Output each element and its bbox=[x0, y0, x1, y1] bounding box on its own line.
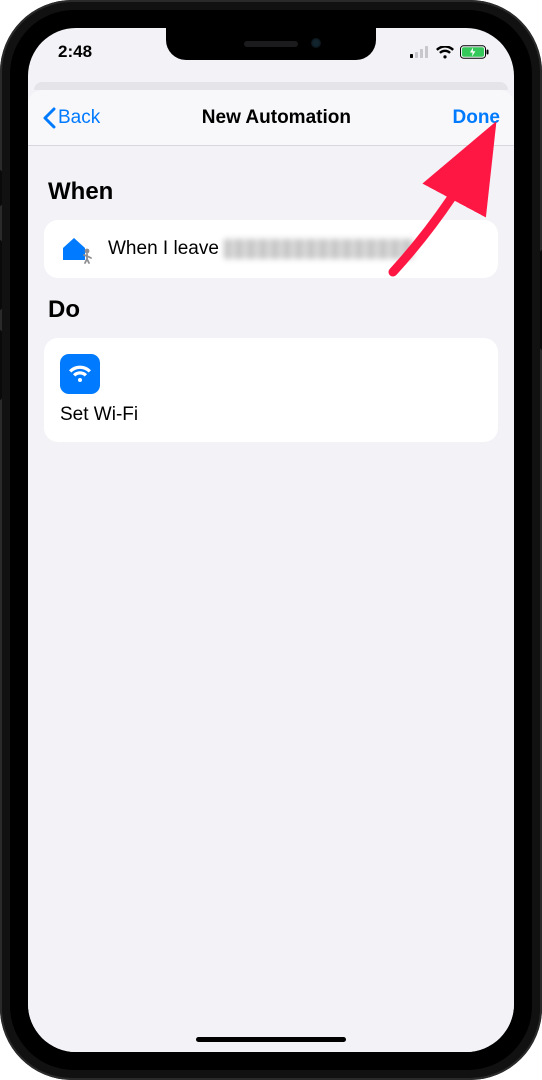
trigger-text-row: When I leave bbox=[108, 238, 414, 260]
when-heading: When bbox=[48, 178, 498, 206]
cellular-icon bbox=[410, 46, 430, 58]
when-trigger-card[interactable]: When I leave bbox=[44, 220, 498, 278]
page-title: New Automation bbox=[202, 107, 351, 129]
trigger-prefix: When I leave bbox=[108, 238, 224, 259]
volume-up-button bbox=[0, 240, 2, 310]
back-button[interactable]: Back bbox=[42, 107, 100, 129]
sheet-content: When When I leave Do bbox=[28, 146, 514, 456]
speaker-grille bbox=[244, 41, 298, 47]
notch bbox=[166, 28, 376, 60]
front-camera bbox=[311, 38, 321, 48]
battery-charging-icon bbox=[460, 45, 490, 59]
volume-down-button bbox=[0, 330, 2, 400]
status-time: 2:48 bbox=[58, 42, 92, 62]
phone-bezel: 2:48 Back New Automation Done bbox=[10, 10, 532, 1070]
back-label: Back bbox=[58, 107, 100, 129]
screen: 2:48 Back New Automation Done bbox=[28, 28, 514, 1052]
wifi-symbol-icon bbox=[68, 365, 92, 383]
phone-frame: 2:48 Back New Automation Done bbox=[0, 0, 542, 1080]
leave-home-icon bbox=[60, 234, 94, 264]
navigation-bar: Back New Automation Done bbox=[28, 90, 514, 146]
action-label: Set Wi-Fi bbox=[60, 404, 138, 426]
do-heading: Do bbox=[48, 296, 498, 324]
home-indicator[interactable] bbox=[196, 1037, 346, 1042]
modal-sheet: Back New Automation Done When W bbox=[28, 90, 514, 1052]
wifi-action-icon bbox=[60, 354, 100, 394]
chevron-left-icon bbox=[42, 107, 56, 129]
redacted-location bbox=[224, 239, 414, 259]
sheet-backdrop bbox=[34, 82, 508, 90]
done-button[interactable]: Done bbox=[453, 107, 501, 129]
silence-switch bbox=[0, 170, 2, 206]
wifi-icon bbox=[436, 46, 454, 59]
status-icons bbox=[410, 45, 490, 59]
do-action-card[interactable]: Set Wi-Fi bbox=[44, 338, 498, 442]
